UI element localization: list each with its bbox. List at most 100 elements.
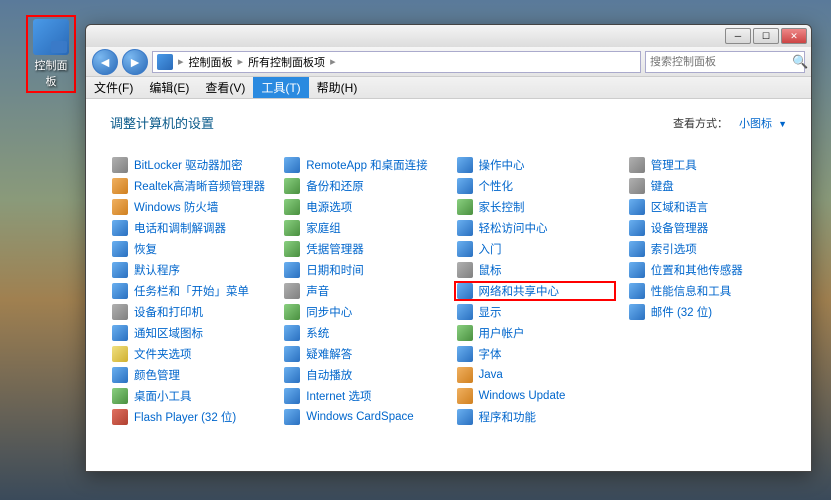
control-panel-item[interactable]: 通知区域图标	[110, 324, 270, 342]
item-icon	[112, 388, 128, 404]
item-label: 管理工具	[651, 157, 697, 173]
control-panel-item[interactable]: 邮件 (32 位)	[627, 303, 787, 321]
breadcrumb[interactable]: ▸ 控制面板 ▸ 所有控制面板项 ▸	[152, 51, 641, 73]
item-label: 设备管理器	[651, 220, 709, 236]
search-input-container[interactable]: 🔍	[645, 51, 805, 73]
control-panel-item[interactable]: Internet 选项	[282, 387, 442, 405]
content-area: 调整计算机的设置 查看方式： 小图标 ▼ BitLocker 驱动器加密 Real…	[86, 99, 811, 471]
control-panel-item[interactable]: 电话和调制解调器	[110, 219, 270, 237]
control-panel-item[interactable]: 设备管理器	[627, 219, 787, 237]
control-panel-item[interactable]: 默认程序	[110, 261, 270, 279]
control-panel-item[interactable]: 家庭组	[282, 219, 442, 237]
control-panel-item[interactable]: 性能信息和工具	[627, 282, 787, 300]
control-panel-item[interactable]: 疑难解答	[282, 345, 442, 363]
control-panel-item[interactable]: 颜色管理	[110, 366, 270, 384]
item-label: Flash Player (32 位)	[134, 409, 236, 425]
maximize-button[interactable]: ☐	[753, 28, 779, 44]
item-label: 文件夹选项	[134, 346, 192, 362]
control-panel-item[interactable]: 电源选项	[282, 198, 442, 216]
control-panel-item[interactable]: Windows Update	[455, 387, 615, 405]
content-header: 调整计算机的设置 查看方式： 小图标 ▼	[110, 113, 787, 132]
item-label: Windows Update	[479, 390, 566, 402]
control-panel-item[interactable]: 备份和还原	[282, 177, 442, 195]
view-mode-selector[interactable]: 查看方式： 小图标 ▼	[673, 115, 787, 131]
item-icon	[629, 262, 645, 278]
control-panel-item[interactable]: 用户帐户	[455, 324, 615, 342]
desktop-icon-control-panel[interactable]: 控制面板	[26, 15, 76, 93]
control-panel-icon	[33, 19, 69, 55]
chevron-icon: ▸	[327, 55, 339, 68]
control-panel-item[interactable]: Windows CardSpace	[282, 408, 442, 426]
control-panel-window: ─ ☐ ✕ ◄ ► ▸ 控制面板 ▸ 所有控制面板项 ▸ 🔍 文件(F) 编辑(…	[85, 24, 812, 472]
item-icon	[457, 283, 473, 299]
view-mode-label: 查看方式：	[673, 118, 728, 130]
control-panel-item[interactable]: 自动播放	[282, 366, 442, 384]
item-icon	[284, 220, 300, 236]
control-panel-item[interactable]: 声音	[282, 282, 442, 300]
view-mode-value[interactable]: 小图标	[739, 118, 772, 130]
item-label: 备份和还原	[306, 178, 364, 194]
item-label: Internet 选项	[306, 388, 371, 404]
close-button[interactable]: ✕	[781, 28, 807, 44]
control-panel-item[interactable]: 日期和时间	[282, 261, 442, 279]
item-label: 字体	[479, 346, 502, 362]
control-panel-item[interactable]: Flash Player (32 位)	[110, 408, 270, 426]
item-icon	[457, 346, 473, 362]
control-panel-item[interactable]: Windows 防火墙	[110, 198, 270, 216]
item-label: 操作中心	[479, 157, 525, 173]
menu-view[interactable]: 查看(V)	[197, 77, 253, 98]
menu-edit[interactable]: 编辑(E)	[141, 77, 197, 98]
item-label: 显示	[479, 304, 502, 320]
control-panel-item[interactable]: 文件夹选项	[110, 345, 270, 363]
control-panel-item[interactable]: BitLocker 驱动器加密	[110, 156, 270, 174]
control-panel-item[interactable]: 凭据管理器	[282, 240, 442, 258]
control-panel-item[interactable]: 鼠标	[455, 261, 615, 279]
control-panel-item[interactable]: 区域和语言	[627, 198, 787, 216]
control-panel-item[interactable]: 桌面小工具	[110, 387, 270, 405]
menu-file[interactable]: 文件(F)	[86, 77, 141, 98]
control-panel-item[interactable]: Realtek高清晰音频管理器	[110, 177, 270, 195]
item-icon	[457, 367, 473, 383]
control-panel-item[interactable]: 位置和其他传感器	[627, 261, 787, 279]
item-label: 键盘	[651, 178, 674, 194]
item-icon	[284, 388, 300, 404]
control-panel-item[interactable]: RemoteApp 和桌面连接	[282, 156, 442, 174]
item-label: 个性化	[479, 178, 514, 194]
search-input[interactable]	[650, 56, 792, 68]
breadcrumb-item[interactable]: 控制面板	[189, 54, 233, 70]
control-panel-item[interactable]: 程序和功能	[455, 408, 615, 426]
menu-tools[interactable]: 工具(T)	[253, 77, 308, 98]
nav-back-button[interactable]: ◄	[92, 49, 118, 75]
item-label: Windows CardSpace	[306, 411, 413, 423]
control-panel-item[interactable]: 管理工具	[627, 156, 787, 174]
item-label: 任务栏和「开始」菜单	[134, 283, 249, 299]
chevron-down-icon[interactable]: ▼	[778, 119, 787, 129]
item-label: 电话和调制解调器	[134, 220, 226, 236]
control-panel-item[interactable]: 同步中心	[282, 303, 442, 321]
control-panel-item[interactable]: 字体	[455, 345, 615, 363]
control-panel-item[interactable]: 任务栏和「开始」菜单	[110, 282, 270, 300]
control-panel-item[interactable]: 显示	[455, 303, 615, 321]
control-panel-item[interactable]: Java	[455, 366, 615, 384]
control-panel-item[interactable]: 入门	[455, 240, 615, 258]
menu-help[interactable]: 帮助(H)	[309, 77, 366, 98]
item-icon	[629, 199, 645, 215]
search-icon[interactable]: 🔍	[792, 54, 808, 70]
control-panel-item[interactable]: 个性化	[455, 177, 615, 195]
item-icon	[284, 199, 300, 215]
minimize-button[interactable]: ─	[725, 28, 751, 44]
nav-forward-button[interactable]: ►	[122, 49, 148, 75]
breadcrumb-item[interactable]: 所有控制面板项	[248, 54, 325, 70]
control-panel-item[interactable]: 操作中心	[455, 156, 615, 174]
control-panel-item[interactable]: 恢复	[110, 240, 270, 258]
control-panel-item[interactable]: 索引选项	[627, 240, 787, 258]
control-panel-item[interactable]: 轻松访问中心	[455, 219, 615, 237]
control-panel-item[interactable]: 系统	[282, 324, 442, 342]
item-icon	[457, 409, 473, 425]
control-panel-item[interactable]: 设备和打印机	[110, 303, 270, 321]
control-panel-item[interactable]: 键盘	[627, 177, 787, 195]
control-panel-item[interactable]: 网络和共享中心	[454, 281, 616, 301]
item-label: 自动播放	[306, 367, 352, 383]
control-panel-item[interactable]: 家长控制	[455, 198, 615, 216]
items-grid: BitLocker 驱动器加密 Realtek高清晰音频管理器 Windows 防火…	[110, 156, 787, 426]
